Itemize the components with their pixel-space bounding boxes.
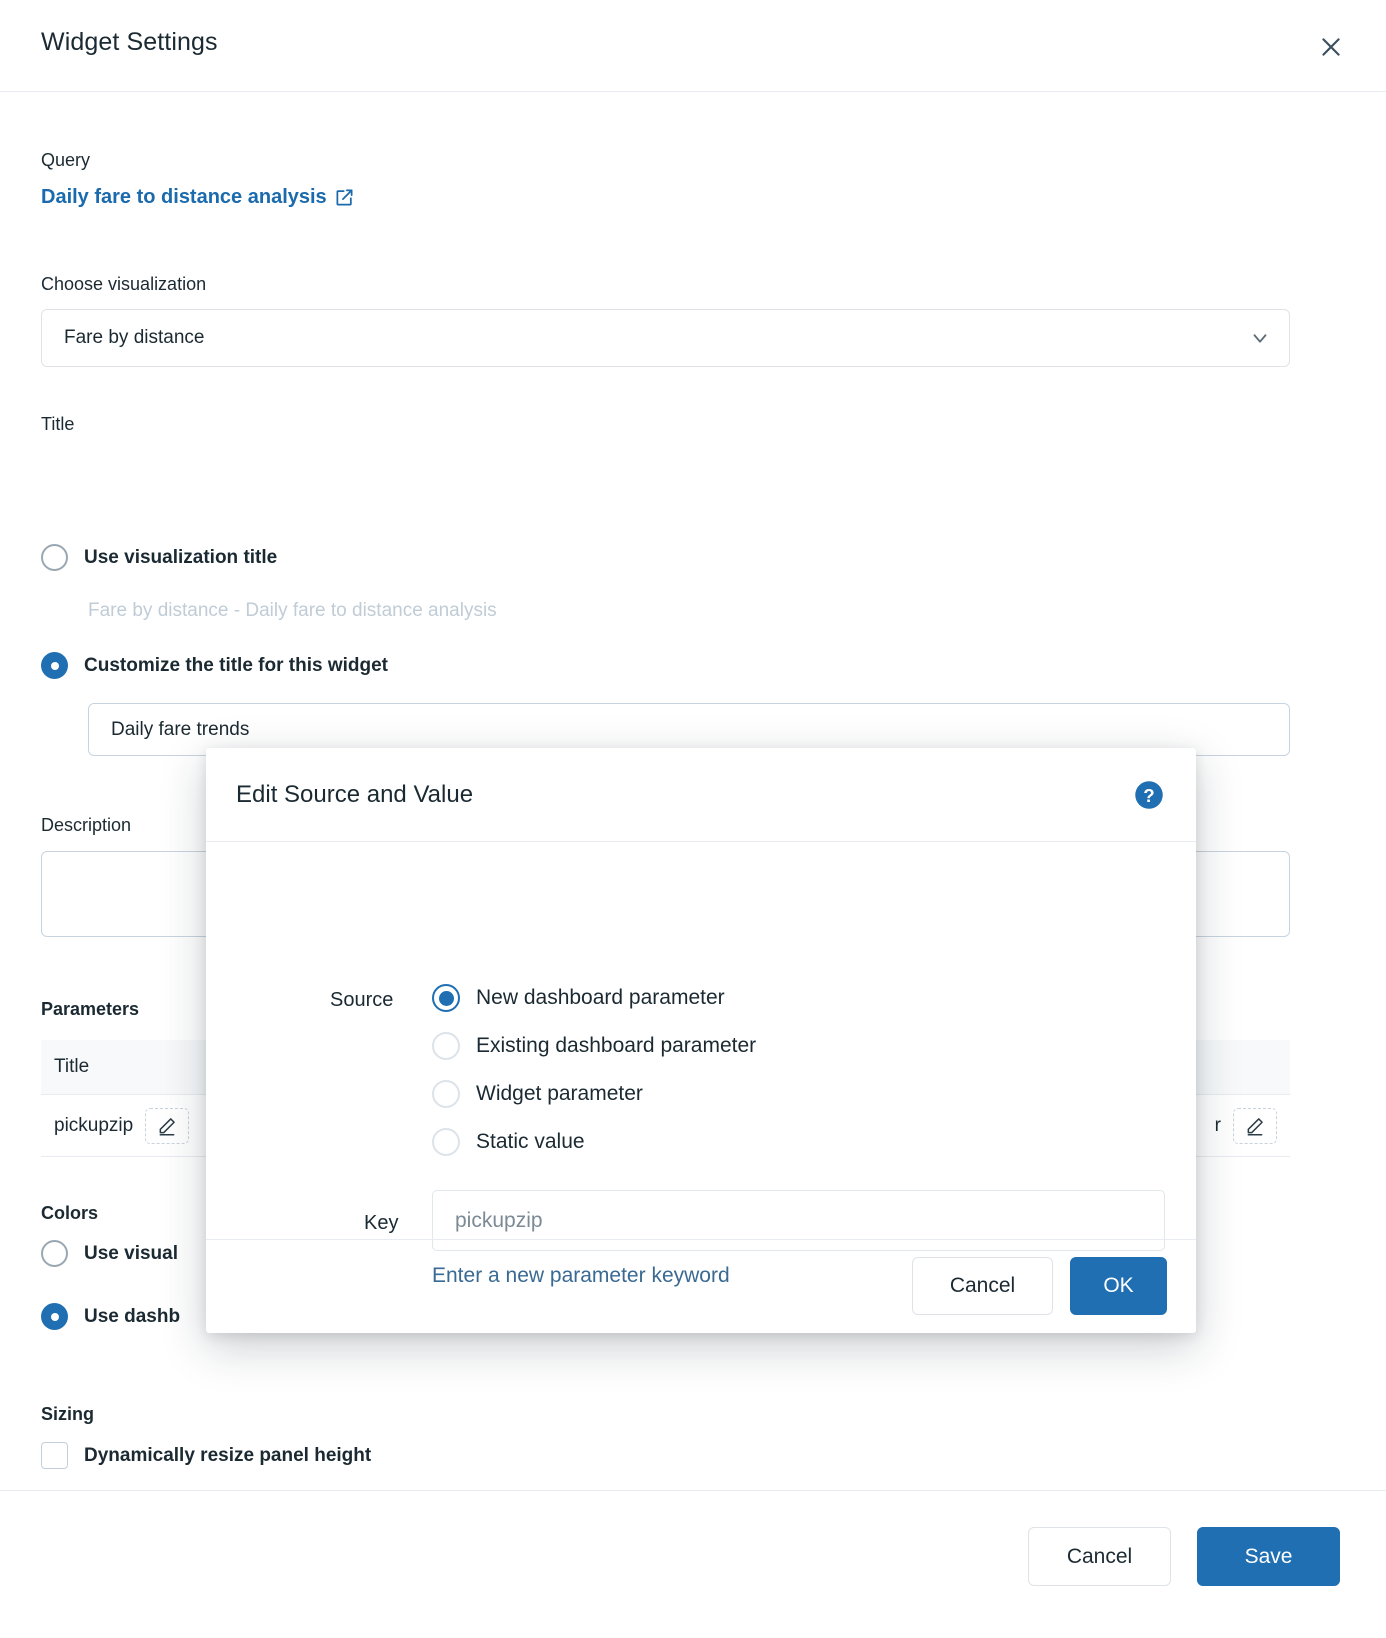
chevron-down-icon: [1249, 327, 1271, 349]
widget-settings-header: Widget Settings: [0, 0, 1386, 92]
checkbox-dynamic-resize-label: Dynamically resize panel height: [84, 1445, 371, 1467]
visualization-select[interactable]: Fare by distance: [41, 309, 1290, 367]
radio-indicator: [41, 652, 68, 679]
radio-widget-parameter[interactable]: Widget parameter: [432, 1080, 643, 1108]
query-link[interactable]: Daily fare to distance analysis: [41, 186, 354, 209]
radio-customize-title-label: Customize the title for this widget: [84, 655, 388, 677]
title-section-label: Title: [41, 414, 74, 435]
sizing-label: Sizing: [41, 1404, 94, 1425]
parameter-title-value: pickupzip: [54, 1115, 133, 1137]
radio-indicator: [432, 1128, 460, 1156]
source-label: Source: [330, 989, 393, 1012]
parameter-title-cell: pickupzip: [54, 1108, 189, 1144]
colors-label: Colors: [41, 1203, 98, 1224]
save-button[interactable]: Save: [1197, 1527, 1340, 1586]
radio-use-visualization-colors[interactable]: Use visual: [41, 1240, 178, 1267]
radio-indicator: [41, 1303, 68, 1330]
dialog-footer: Cancel OK: [206, 1239, 1196, 1333]
dialog-title: Edit Source and Value: [236, 781, 1134, 809]
radio-indicator: [41, 544, 68, 571]
dialog-body: Source New dashboard parameter Existing …: [206, 842, 1196, 1239]
cancel-button[interactable]: Cancel: [1028, 1527, 1171, 1586]
radio-new-dashboard-parameter[interactable]: New dashboard parameter: [432, 984, 725, 1012]
radio-static-value[interactable]: Static value: [432, 1128, 585, 1156]
page-title: Widget Settings: [41, 28, 218, 57]
widget-settings-page: Widget Settings Query Daily fare to dist…: [0, 0, 1386, 1638]
query-link-text: Daily fare to distance analysis: [41, 186, 327, 209]
radio-widget-parameter-label: Widget parameter: [476, 1082, 643, 1106]
checkbox-dynamic-resize[interactable]: Dynamically resize panel height: [41, 1442, 371, 1469]
parameters-label: Parameters: [41, 999, 139, 1020]
visualization-title-preview: Fare by distance - Daily fare to distanc…: [88, 600, 497, 622]
pencil-icon[interactable]: [1233, 1108, 1277, 1144]
radio-customize-title[interactable]: Customize the title for this widget: [41, 652, 388, 679]
column-header-title: Title: [41, 1056, 89, 1078]
radio-indicator: [432, 984, 460, 1012]
external-link-icon: [335, 188, 354, 207]
radio-indicator: [432, 1032, 460, 1060]
radio-use-visualization-title-label: Use visualization title: [84, 547, 277, 569]
edit-source-and-value-dialog: Edit Source and Value ? Source New dashb…: [206, 748, 1196, 1333]
dialog-cancel-button[interactable]: Cancel: [912, 1257, 1053, 1315]
radio-use-dashboard-colors[interactable]: Use dashb: [41, 1303, 180, 1330]
help-circle-icon[interactable]: ?: [1134, 780, 1164, 810]
pencil-icon[interactable]: [145, 1108, 189, 1144]
dialog-ok-button[interactable]: OK: [1070, 1257, 1167, 1315]
radio-use-dashboard-colors-label: Use dashb: [84, 1306, 180, 1328]
key-label: Key: [364, 1212, 398, 1235]
choose-visualization-label: Choose visualization: [41, 274, 206, 295]
radio-static-value-label: Static value: [476, 1130, 585, 1154]
query-label: Query: [41, 150, 90, 171]
radio-existing-dashboard-parameter-label: Existing dashboard parameter: [476, 1034, 756, 1058]
radio-indicator: [432, 1080, 460, 1108]
dialog-header: Edit Source and Value ?: [206, 748, 1196, 842]
radio-existing-dashboard-parameter[interactable]: Existing dashboard parameter: [432, 1032, 756, 1060]
parameter-value-text: r: [1215, 1115, 1221, 1137]
widget-settings-footer: Cancel Save: [0, 1490, 1386, 1638]
visualization-selected-value: Fare by distance: [64, 327, 1249, 349]
radio-use-visualization-title[interactable]: Use visualization title: [41, 544, 277, 571]
svg-text:?: ?: [1143, 784, 1154, 805]
close-icon[interactable]: [1312, 28, 1350, 66]
radio-indicator: [41, 1240, 68, 1267]
parameter-value-cell: r: [1215, 1108, 1277, 1144]
description-label: Description: [41, 815, 131, 836]
radio-new-dashboard-parameter-label: New dashboard parameter: [476, 986, 725, 1010]
checkbox-indicator: [41, 1442, 68, 1469]
radio-use-visualization-colors-label: Use visual: [84, 1243, 178, 1265]
